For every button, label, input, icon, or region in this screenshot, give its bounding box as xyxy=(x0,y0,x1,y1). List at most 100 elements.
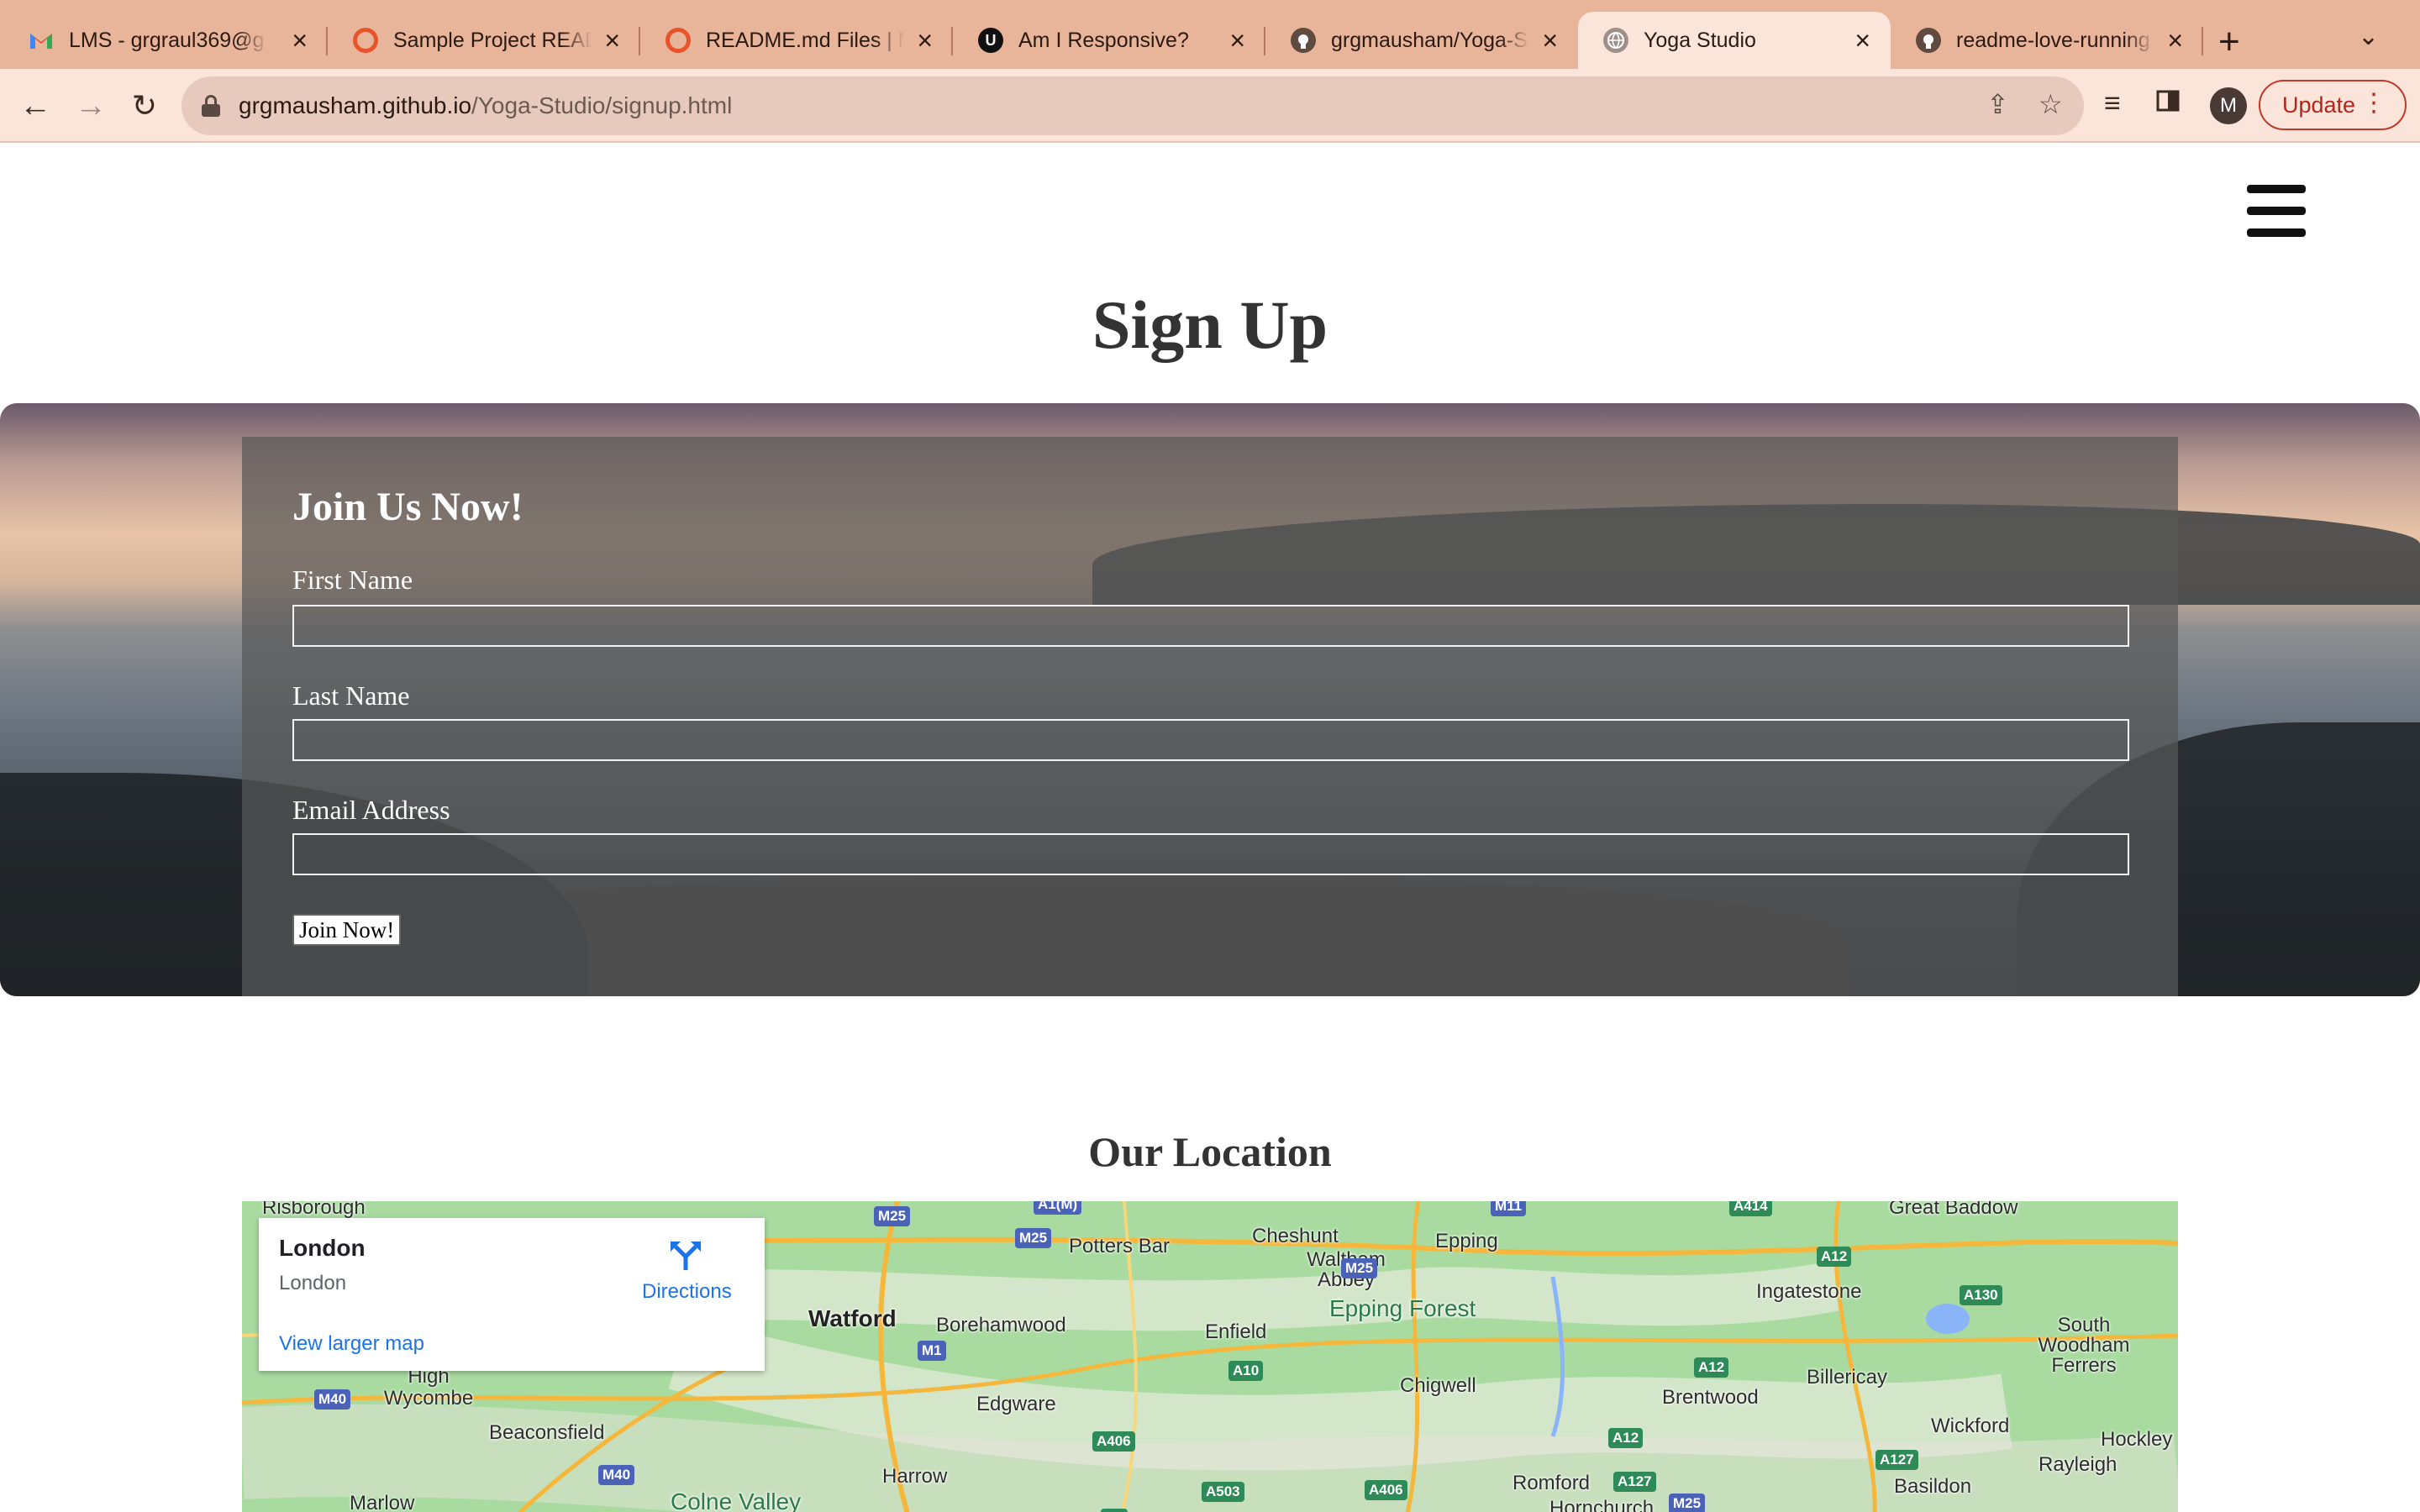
map-place-label: Romford xyxy=(1512,1472,1591,1494)
globe-icon xyxy=(1603,28,1628,53)
tab-title: LMS - grgraul369@g xyxy=(69,28,265,52)
road-shield: A1 xyxy=(1101,1509,1128,1512)
road-shield: M40 xyxy=(314,1389,351,1410)
first-name-input[interactable] xyxy=(292,605,2129,647)
new-tab-icon[interactable]: + xyxy=(2218,20,2240,64)
web-page: Sign Up Join Us Now! First Name Last Nam… xyxy=(0,144,2420,1512)
tab-sample-project[interactable]: Sample Project READ × xyxy=(328,12,640,69)
tab-am-i-responsive[interactable]: U Am I Responsive? × xyxy=(953,12,1265,69)
github-icon xyxy=(1916,28,1941,53)
reload-icon[interactable]: ↻ xyxy=(123,84,166,128)
url-path: /Yoga-Studio/signup.html xyxy=(471,92,733,118)
road-shield: M25 xyxy=(1015,1228,1052,1248)
road-shield: A1(M) xyxy=(1034,1201,1082,1215)
side-panel-icon[interactable] xyxy=(2156,87,2180,120)
browser-toolbar: ← → ↻ grgmausham.github.io/Yoga-Studio/s… xyxy=(0,69,2420,143)
road-shield: A12 xyxy=(1694,1357,1729,1378)
last-name-input[interactable] xyxy=(292,719,2129,761)
close-tab-icon[interactable]: × xyxy=(292,25,308,55)
road-shield: M25 xyxy=(874,1206,911,1226)
map-place-label: Billericay xyxy=(1807,1366,1888,1389)
lock-icon xyxy=(202,95,220,117)
map-place-label: Marlow xyxy=(350,1492,415,1512)
form-heading: Join Us Now! xyxy=(292,485,523,529)
road-shield: A406 xyxy=(1365,1480,1407,1500)
media-queue-icon[interactable]: ≡ xyxy=(2104,87,2121,120)
directions-icon[interactable] xyxy=(669,1238,702,1272)
last-name-label: Last Name xyxy=(292,680,410,711)
map-place-label: High Wycombe xyxy=(383,1365,474,1410)
road-shield: A10 xyxy=(1228,1361,1264,1381)
map-place-label: Cheshunt xyxy=(1252,1225,1339,1247)
join-now-button[interactable]: Join Now! xyxy=(292,914,402,946)
tab-readme-files[interactable]: README.md Files | M × xyxy=(640,12,953,69)
directions-link[interactable]: Directions xyxy=(642,1280,732,1304)
tab-title: README.md Files | M xyxy=(706,28,904,52)
road-shield: M1 xyxy=(918,1341,946,1361)
signup-hero: Join Us Now! First Name Last Name Email … xyxy=(0,403,2420,996)
close-tab-icon[interactable]: × xyxy=(2167,25,2183,55)
close-tab-icon[interactable]: × xyxy=(917,25,933,55)
map-info-card: London London View larger map Directions xyxy=(259,1218,765,1371)
signup-form: Join Us Now! First Name Last Name Email … xyxy=(242,437,2178,996)
browser-tab-strip: LMS - grgraul369@g × Sample Project READ… xyxy=(0,0,2420,69)
close-tab-icon[interactable]: × xyxy=(1854,25,1870,55)
map-place-label: Ingatestone xyxy=(1756,1280,1862,1303)
codeinstitute-icon xyxy=(353,28,378,53)
hamburger-menu-icon[interactable] xyxy=(2247,185,2306,237)
update-button[interactable]: Update ⋮ xyxy=(2259,80,2407,130)
road-shield: A12 xyxy=(1608,1428,1644,1448)
github-icon xyxy=(1291,28,1316,53)
forward-arrow-icon[interactable]: → xyxy=(69,84,113,128)
road-shield: M25 xyxy=(1669,1494,1706,1512)
address-bar[interactable]: grgmausham.github.io/Yoga-Studio/signup.… xyxy=(182,76,2084,135)
road-shield: M25 xyxy=(1341,1258,1378,1278)
map-place-label: Potters Bar xyxy=(1069,1235,1171,1257)
map-place-label: Beaconsfield xyxy=(489,1421,605,1444)
back-arrow-icon[interactable]: ← xyxy=(13,84,57,128)
share-icon[interactable]: ⇪ xyxy=(1986,88,2009,120)
view-larger-map-link[interactable]: View larger map xyxy=(279,1332,424,1356)
tab-github-yoga[interactable]: grgmausham/Yoga-S × xyxy=(1265,12,1578,69)
close-tab-icon[interactable]: × xyxy=(1542,25,1558,55)
road-shield: A503 xyxy=(1202,1482,1244,1502)
url-host: grgmausham.github.io xyxy=(239,92,472,118)
tab-readme-love-running[interactable]: readme-love-running × xyxy=(1891,12,2203,69)
url-text: grgmausham.github.io/Yoga-Studio/signup.… xyxy=(239,92,732,119)
map-place-label: Enfield xyxy=(1205,1320,1267,1343)
tab-title: readme-love-running xyxy=(1956,28,2150,52)
map-place-label: Great Baddow xyxy=(1889,1201,2018,1219)
bookmark-star-icon[interactable]: ☆ xyxy=(2039,88,2063,120)
map-place-label: Brentwood xyxy=(1662,1386,1759,1409)
amiresponsive-icon: U xyxy=(978,28,1003,53)
map-place-label: Rayleigh xyxy=(2039,1453,2118,1476)
location-map[interactable]: Risborough Great Baddow Potters Bar Ches… xyxy=(242,1201,2178,1512)
close-tab-icon[interactable]: × xyxy=(604,25,620,55)
map-place-label: Epping xyxy=(1435,1230,1498,1252)
profile-avatar[interactable]: M xyxy=(2210,87,2247,124)
page-title: Sign Up xyxy=(1092,286,1328,363)
tab-title: Am I Responsive? xyxy=(1018,28,1189,52)
map-place-label: South Woodham Ferrers xyxy=(2038,1314,2130,1377)
more-menu-icon[interactable]: ⋮ xyxy=(2361,88,2386,118)
update-label: Update xyxy=(2282,92,2356,118)
map-place-label: Hockley xyxy=(2101,1428,2173,1451)
road-shield: M11 xyxy=(1491,1201,1527,1216)
close-tab-icon[interactable]: × xyxy=(1229,25,1245,55)
road-shield: A414 xyxy=(1729,1201,1772,1216)
road-shield: A130 xyxy=(1960,1285,2002,1305)
chevron-down-icon[interactable]: ⌄ xyxy=(2358,22,2379,51)
codeinstitute-icon xyxy=(666,28,691,53)
tab-title: Yoga Studio xyxy=(1644,28,1756,52)
map-place-label: Hornchurch xyxy=(1549,1497,1655,1512)
map-place-label: Chigwell xyxy=(1400,1374,1476,1397)
tab-lms[interactable]: LMS - grgraul369@g × xyxy=(3,12,328,69)
tab-title: grgmausham/Yoga-S xyxy=(1331,28,1528,52)
email-label: Email Address xyxy=(292,795,450,825)
road-shield: A12 xyxy=(1817,1247,1852,1267)
first-name-label: First Name xyxy=(292,564,413,595)
map-place-title: London xyxy=(279,1235,366,1261)
email-input[interactable] xyxy=(292,833,2129,875)
map-place-label: Epping Forest xyxy=(1329,1295,1476,1321)
tab-yoga-studio[interactable]: Yoga Studio × xyxy=(1578,12,1891,69)
